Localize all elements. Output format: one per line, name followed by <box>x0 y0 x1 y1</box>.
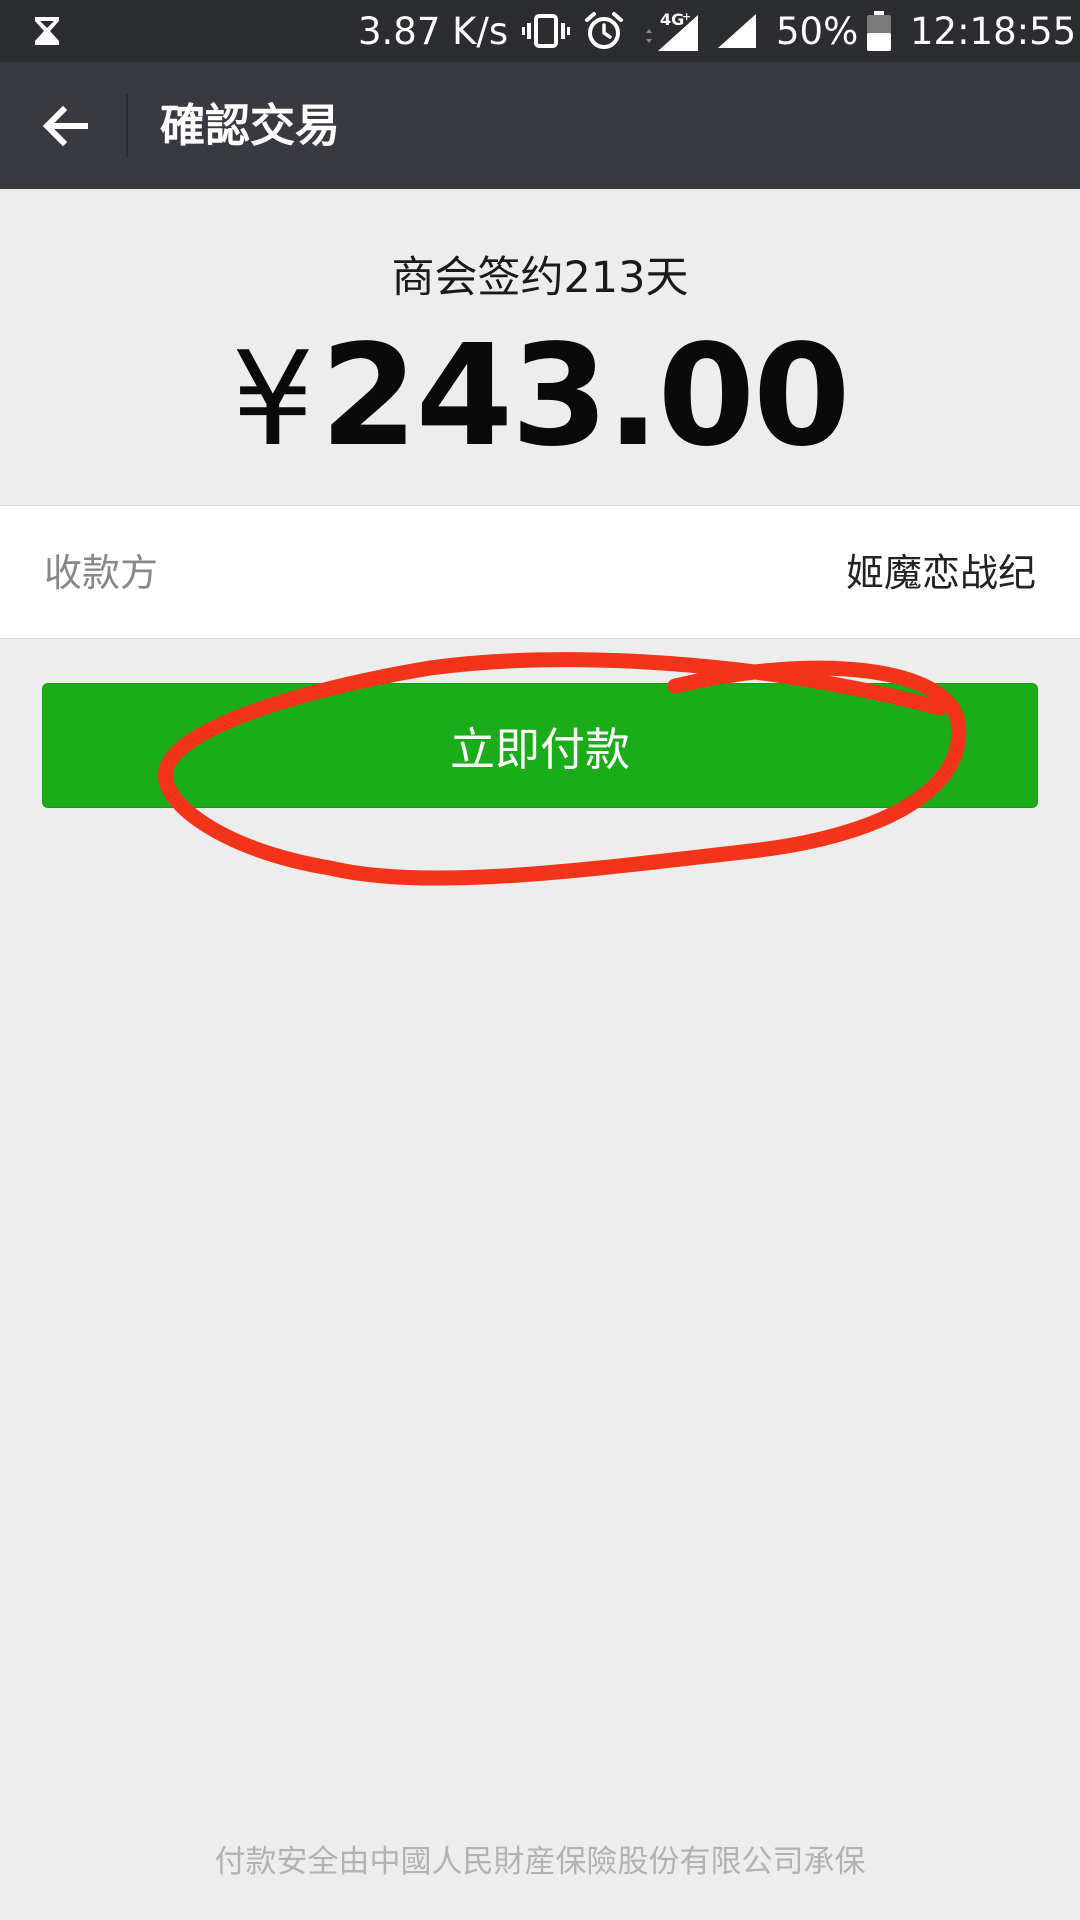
svg-text:4G: 4G <box>660 10 684 29</box>
alarm-icon <box>584 0 624 62</box>
insurance-note: 付款安全由中國人民財産保險股份有限公司承保 <box>214 1844 866 1880</box>
payee-row: 收款方 姬魔恋战纪 <box>0 505 1080 639</box>
back-arrow-icon <box>42 105 88 147</box>
payee-value: 姬魔恋战纪 <box>845 551 1036 595</box>
battery-icon <box>866 0 892 62</box>
back-button[interactable] <box>22 83 108 169</box>
pay-now-label: 立即付款 <box>449 723 630 776</box>
signal-icon <box>716 0 758 62</box>
net-speed: 3.87 K/s <box>358 9 509 53</box>
payment-amount: ¥243.00 <box>0 322 1080 475</box>
battery-percent: 50% <box>776 9 859 53</box>
svg-text:+: + <box>682 10 691 23</box>
payee-label: 收款方 <box>44 551 159 595</box>
title-divider <box>126 94 128 157</box>
hourglass-icon <box>30 0 64 62</box>
signal-4g-icon: 4G + <box>640 0 702 62</box>
amount-value: 243.00 <box>320 315 850 478</box>
clock: 12:18:55 <box>910 9 1077 53</box>
pay-now-button[interactable]: 立即付款 <box>42 683 1038 808</box>
page-title: 確認交易 <box>160 99 341 152</box>
vibrate-icon <box>522 0 570 62</box>
currency-symbol: ¥ <box>231 323 315 475</box>
product-name: 商会签约213天 <box>391 253 689 303</box>
status-bar: 3.87 K/s 4G + 50% 12:18:55 <box>0 0 1080 62</box>
title-bar: 確認交易 <box>0 62 1080 189</box>
